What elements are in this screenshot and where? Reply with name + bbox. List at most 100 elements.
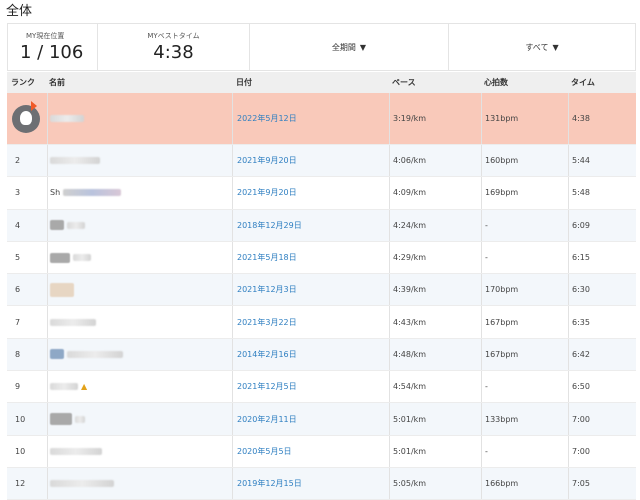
arrow-badge-icon bbox=[31, 101, 37, 111]
pace-cell: 5:05/km bbox=[389, 467, 481, 500]
date-cell: 2020年2月11日 bbox=[232, 403, 389, 435]
column-header-heart-rate[interactable]: 心拍数 bbox=[481, 72, 568, 93]
table-row[interactable]: 10 2020年2月11日 5:01/km 133bpm 7:00 bbox=[7, 403, 636, 436]
table-row[interactable]: 3 Sh 2021年9月20日 4:09/km 169bpm 5:48 bbox=[7, 177, 636, 210]
time-cell: 5:44 bbox=[568, 145, 636, 177]
pace-cell: 5:01/km bbox=[389, 403, 481, 435]
name-wrap bbox=[50, 282, 74, 297]
activity-date-link[interactable]: 2021年3月22日 bbox=[237, 317, 297, 328]
heart-rate-cell: - bbox=[481, 241, 568, 274]
table-row[interactable]: 8 2014年2月16日 4:48/km 167bpm 6:42 bbox=[7, 338, 636, 372]
heart-rate-cell: 169bpm bbox=[481, 177, 568, 209]
heart-rate-cell: 131bpm bbox=[481, 93, 568, 144]
athlete-thumbnail bbox=[50, 220, 64, 231]
activity-date-link[interactable]: 2014年2月16日 bbox=[237, 349, 297, 360]
date-cell: 2021年9月20日 bbox=[232, 177, 389, 209]
table-row[interactable]: 6 2021年12月3日 4:39/km 170bpm 6:30 bbox=[7, 274, 636, 307]
pace-cell: 4:09/km bbox=[389, 177, 481, 209]
time-cell: 7:00 bbox=[568, 435, 636, 467]
column-header-date[interactable]: 日付 bbox=[232, 72, 389, 93]
filter-cell: すべて ▼ bbox=[449, 24, 635, 70]
pace-cell: 4:48/km bbox=[389, 338, 481, 371]
athlete-name-cell[interactable] bbox=[47, 403, 232, 435]
activity-date-link[interactable]: 2019年12月15日 bbox=[237, 478, 302, 489]
period-dropdown-label: 全期間 bbox=[331, 42, 356, 52]
athlete-name-cell[interactable] bbox=[47, 209, 232, 241]
date-cell: 2014年2月16日 bbox=[232, 338, 389, 371]
activity-date-link[interactable]: 2018年12月29日 bbox=[237, 220, 302, 231]
time-cell: 6:35 bbox=[568, 306, 636, 338]
athlete-thumbnail bbox=[50, 413, 72, 426]
athlete-name-cell[interactable]: Sh bbox=[47, 177, 232, 209]
rank-cell: 8 bbox=[15, 349, 21, 359]
name-wrap bbox=[50, 220, 85, 231]
pace-cell: 4:29/km bbox=[389, 241, 481, 274]
name-wrap bbox=[50, 413, 85, 426]
section-title: 全体 bbox=[6, 4, 33, 19]
table-row[interactable]: 4 2018年12月29日 4:24/km - 6:09 bbox=[7, 209, 636, 242]
table-row[interactable]: 12 2019年12月15日 5:05/km 166bpm 7:05 bbox=[7, 467, 636, 500]
time-cell: 6:42 bbox=[568, 338, 636, 371]
pace-cell: 3:19/km bbox=[389, 93, 481, 144]
pace-cell: 4:06/km bbox=[389, 145, 481, 177]
athlete-name-cell[interactable] bbox=[47, 274, 232, 306]
activity-date-link[interactable]: 2021年9月20日 bbox=[237, 187, 297, 198]
date-cell: 2021年12月3日 bbox=[232, 274, 389, 306]
activity-date-link[interactable]: 2021年9月20日 bbox=[237, 155, 297, 166]
heart-rate-cell: 167bpm bbox=[481, 306, 568, 338]
date-cell: 2020年5月5日 bbox=[232, 435, 389, 467]
rank-cell: 10 bbox=[15, 414, 26, 424]
heart-rate-cell: 160bpm bbox=[481, 145, 568, 177]
athlete-thumbnail bbox=[50, 349, 64, 360]
blurred-name bbox=[50, 157, 100, 165]
table-row-my-entry[interactable]: 2022年5月12日 3:19/km 131bpm 4:38 bbox=[7, 93, 636, 145]
table-row[interactable]: 9 ▲ 2021年12月5日 4:54/km - 6:50 bbox=[7, 371, 636, 404]
athlete-name-cell[interactable] bbox=[47, 241, 232, 274]
segment-leaderboard: 全体 MY現在位置 1 / 106 MYベストタイム 4:38 全期間 ▼ すべ… bbox=[0, 0, 640, 500]
activity-date-link[interactable]: 2020年5月5日 bbox=[237, 446, 292, 457]
filter-dropdown[interactable]: すべて ▼ bbox=[449, 24, 635, 70]
date-cell: 2021年3月22日 bbox=[232, 306, 389, 338]
period-dropdown[interactable]: 全期間 ▼ bbox=[250, 24, 448, 70]
activity-date-link[interactable]: 2021年5月18日 bbox=[237, 252, 297, 263]
blurred-name bbox=[63, 189, 122, 197]
table-row[interactable]: 10 2020年5月5日 5:01/km - 7:00 bbox=[7, 435, 636, 468]
athlete-name-cell[interactable] bbox=[47, 145, 232, 177]
name-wrap: ▲ bbox=[50, 382, 87, 391]
table-row[interactable]: 5 2021年5月18日 4:29/km - 6:15 bbox=[7, 241, 636, 275]
name-wrap bbox=[50, 349, 123, 360]
column-header-rank[interactable]: ランク bbox=[7, 72, 47, 93]
athlete-name-cell[interactable] bbox=[47, 306, 232, 338]
time-cell: 5:48 bbox=[568, 177, 636, 209]
time-cell: 6:30 bbox=[568, 274, 636, 306]
column-header-pace[interactable]: ペース bbox=[389, 72, 481, 93]
my-position-cell: MY現在位置 1 / 106 bbox=[8, 24, 98, 70]
blurred-name bbox=[67, 350, 123, 358]
heart-rate-cell: 167bpm bbox=[481, 338, 568, 371]
athlete-name-cell[interactable] bbox=[47, 467, 232, 500]
column-header-time[interactable]: タイム bbox=[568, 72, 636, 93]
time-cell: 6:50 bbox=[568, 371, 636, 403]
activity-date-link[interactable]: 2021年12月5日 bbox=[237, 381, 297, 392]
my-best-time-value: 4:38 bbox=[153, 42, 194, 63]
activity-date-link[interactable]: 2021年12月3日 bbox=[237, 284, 297, 295]
rank-cell: 10 bbox=[15, 446, 26, 456]
my-best-time-label: MYベストタイム bbox=[147, 32, 200, 40]
table-row[interactable]: 7 2021年3月22日 4:43/km 167bpm 6:35 bbox=[7, 306, 636, 339]
activity-date-link[interactable]: 2022年5月12日 bbox=[237, 113, 297, 124]
pace-cell: 4:54/km bbox=[389, 371, 481, 403]
athlete-name-cell[interactable]: ▲ bbox=[47, 371, 232, 403]
athlete-name-cell[interactable] bbox=[47, 338, 232, 371]
column-header-name[interactable]: 名前 bbox=[47, 72, 232, 93]
date-cell: 2022年5月12日 bbox=[232, 93, 389, 144]
blurred-name bbox=[50, 447, 102, 455]
athlete-name-cell[interactable] bbox=[47, 435, 232, 467]
warning-icon: ▲ bbox=[81, 382, 88, 392]
heart-rate-cell: 133bpm bbox=[481, 403, 568, 435]
table-row[interactable]: 2 2021年9月20日 4:06/km 160bpm 5:44 bbox=[7, 145, 636, 178]
date-cell: 2018年12月29日 bbox=[232, 209, 389, 241]
heart-rate-cell: - bbox=[481, 209, 568, 241]
name-visible-prefix: Sh bbox=[50, 188, 61, 198]
athlete-name-cell[interactable] bbox=[47, 93, 232, 144]
activity-date-link[interactable]: 2020年2月11日 bbox=[237, 414, 297, 425]
